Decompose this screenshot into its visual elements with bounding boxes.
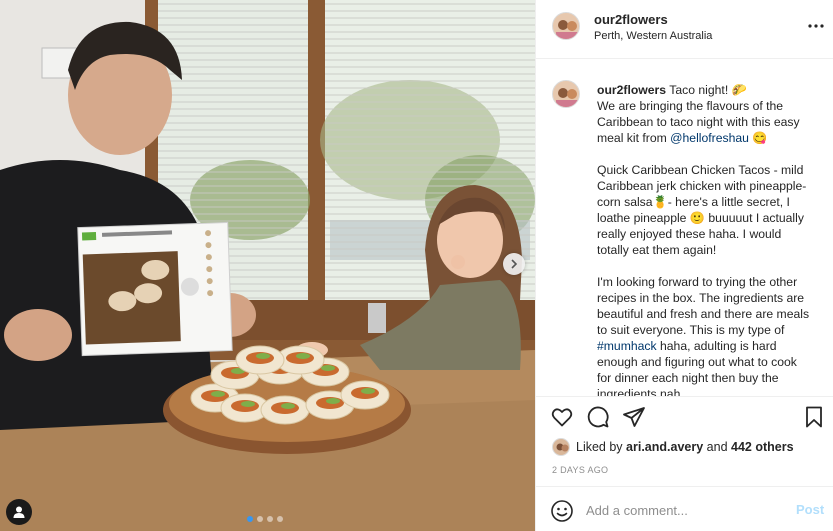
heart-icon[interactable] [550,405,574,429]
liker-avatar[interactable] [552,438,570,456]
avatar-image [553,81,579,107]
comments-area[interactable]: our2flowers Taco night! 🌮 We are bringin… [536,60,833,396]
action-bar [536,396,833,436]
caption-text: Taco night! 🌮 [666,83,747,97]
avatar-image [553,13,579,39]
post-caption: our2flowers Taco night! 🌮 We are bringin… [597,82,812,396]
mention-link[interactable]: @hellofreshau [670,131,749,145]
bookmark-icon[interactable] [802,405,826,429]
caption-paragraph: our2flowers Taco night! 🌮 We are bringin… [597,82,812,146]
photo-scene [0,0,535,531]
slide-dot [267,516,273,522]
likes-summary: Liked by ari.and.avery and 442 others [552,437,794,457]
caption-text: 😋 [748,131,768,145]
post-comment-button[interactable]: Post [796,502,824,517]
header-location[interactable]: Perth, Western Australia [594,30,712,42]
slide-dot [277,516,283,522]
header-username[interactable]: our2flowers [594,12,668,27]
slide-indicator [247,516,283,522]
caption-username[interactable]: our2flowers [597,83,666,97]
caption-paragraph: Quick Caribbean Chicken Tacos - mild Car… [597,163,808,257]
post-details-panel: our2flowers Perth, Western Australia our… [535,0,833,531]
slide-dot [257,516,263,522]
next-slide-button[interactable] [503,253,525,275]
likes-prefix: Liked by [576,440,623,454]
avatar-image [553,439,569,455]
liker-username[interactable]: ari.and.avery [626,440,703,454]
post-date[interactable]: 2 DAYS AGO [552,465,608,475]
caption-text: I'm looking forward to trying the other … [597,275,813,337]
avatar[interactable] [552,12,580,40]
instagram-post: our2flowers Perth, Western Australia our… [0,0,833,531]
chevron-right-icon [511,259,518,269]
smiley-icon[interactable] [550,499,574,523]
post-photo[interactable] [0,0,535,531]
hashtag-link[interactable]: #mumhack [597,339,657,353]
add-comment-bar: Post [536,486,833,531]
post-header: our2flowers Perth, Western Australia [536,0,833,59]
likes-count[interactable]: 442 others [731,440,794,454]
avatar[interactable] [552,80,580,108]
paper-plane-icon[interactable] [622,405,646,429]
comment-icon[interactable] [586,405,610,429]
tagged-users-button[interactable] [6,499,32,525]
slide-dot [247,516,253,522]
ellipsis-icon[interactable] [806,16,826,36]
comment-input[interactable] [586,499,776,521]
user-tag-icon [13,506,25,518]
likes-middle: and [706,440,728,454]
caption-paragraph: I'm looking forward to trying the other … [597,274,812,396]
